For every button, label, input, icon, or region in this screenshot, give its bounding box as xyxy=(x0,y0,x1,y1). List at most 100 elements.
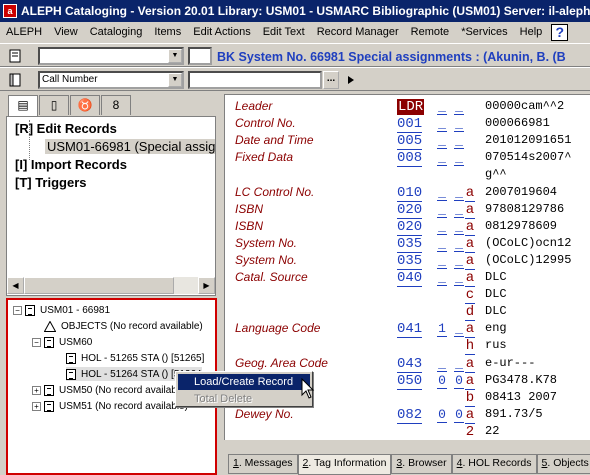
field-tag[interactable]: 041 xyxy=(397,321,423,339)
field-indicator-1[interactable]: _ xyxy=(437,133,447,150)
field-indicator-2[interactable]: _ xyxy=(454,270,464,286)
pane-splitter[interactable] xyxy=(219,93,223,475)
scroll-right-icon[interactable]: ▶ xyxy=(198,277,215,294)
search-text-field[interactable] xyxy=(188,47,212,65)
help-icon[interactable]: ? xyxy=(551,23,569,41)
field-value[interactable]: DLC xyxy=(485,287,507,301)
field-value[interactable]: 08413 2007 xyxy=(485,390,557,404)
field-indicator-1[interactable]: _ xyxy=(437,270,447,286)
field-subfield-code[interactable]: d xyxy=(465,304,475,322)
bottom-tab[interactable]: 4. HOL Records xyxy=(451,455,537,474)
field-indicator-2[interactable]: _ xyxy=(454,253,464,269)
bottom-tab[interactable]: 5. Objects xyxy=(536,455,590,474)
field-indicator-1[interactable]: _ xyxy=(437,236,447,252)
collapse-icon[interactable]: − xyxy=(13,305,22,315)
field-indicator-1[interactable]: _ xyxy=(437,99,447,115)
nav-root[interactable]: − USM01 - 66981 xyxy=(13,303,110,317)
field-value[interactable]: eng xyxy=(485,321,507,335)
tab-flask[interactable]: ♉ xyxy=(70,95,100,115)
field-value[interactable]: DLC xyxy=(485,304,507,318)
field-tag[interactable]: 008 xyxy=(397,150,423,168)
field-indicator-1[interactable]: _ xyxy=(437,150,447,167)
field-indicator-1[interactable]: _ xyxy=(437,202,447,218)
bottom-tab[interactable]: 3. Browser xyxy=(391,455,452,474)
field-value[interactable]: 201012091651 xyxy=(485,133,571,147)
field-value[interactable]: PG3478.K78 xyxy=(485,373,557,387)
field-value[interactable]: rus xyxy=(485,338,507,352)
menu-items[interactable]: Items xyxy=(148,26,187,38)
tab-binoculars[interactable]: 8 xyxy=(101,95,131,115)
field-indicator-1[interactable]: _ xyxy=(437,356,447,372)
menu-record-manager[interactable]: Record Manager xyxy=(311,26,405,38)
field-subfield-code[interactable]: a xyxy=(465,270,475,287)
scroll-left-icon[interactable]: ◀ xyxy=(7,277,24,294)
field-subfield-code[interactable]: a xyxy=(465,407,475,424)
field-value[interactable]: 00000cam^^2 xyxy=(485,99,564,113)
field-value[interactable]: 891.73/5 xyxy=(485,407,543,421)
field-subfield-code[interactable]: a xyxy=(465,185,475,202)
field-value[interactable]: (OCoLC)12995 xyxy=(485,253,571,267)
field-indicator-2[interactable]: _ xyxy=(454,321,464,338)
nav-usm60[interactable]: − USM60 xyxy=(32,335,92,349)
tree-edit-record-item[interactable]: USM01-66981 (Special assignm xyxy=(45,139,215,154)
field-indicator-2[interactable]: 0 xyxy=(454,407,464,423)
field-value[interactable]: DLC xyxy=(485,270,507,284)
tree-triggers[interactable]: [T] Triggers xyxy=(15,175,87,190)
load-create-record-menu-item[interactable]: Load/Create Record xyxy=(178,374,310,390)
field-indicator-2[interactable]: _ xyxy=(454,185,464,201)
field-indicator-1[interactable]: _ xyxy=(437,253,447,269)
field-value[interactable]: 000066981 xyxy=(485,116,550,130)
field-tag[interactable]: 005 xyxy=(397,133,423,151)
field-subfield-code[interactable]: a xyxy=(465,373,475,390)
field-indicator-2[interactable]: _ xyxy=(454,356,464,372)
field-subfield-code[interactable]: c xyxy=(465,287,475,305)
field-value[interactable]: 97808129786 xyxy=(485,202,564,216)
field-value[interactable]: (OCoLC)ocn12 xyxy=(485,236,571,250)
field-indicator-1[interactable]: _ xyxy=(437,185,447,201)
field-tag[interactable]: 050 xyxy=(397,373,423,390)
field-tag[interactable]: 010 xyxy=(397,185,423,202)
book-icon[interactable] xyxy=(6,71,24,89)
field-indicator-2[interactable]: _ xyxy=(454,202,464,218)
nav-usm51[interactable]: + USM51 (No record available) xyxy=(32,399,188,413)
field-subfield-code[interactable]: a xyxy=(465,219,475,236)
nav-objects[interactable]: OBJECTS (No record available) xyxy=(43,319,203,333)
tab-book[interactable]: ▯ xyxy=(39,95,69,115)
index-select[interactable]: Call Number ▼ xyxy=(38,71,184,89)
field-tag[interactable]: 035 xyxy=(397,236,423,253)
field-tag[interactable]: 020 xyxy=(397,202,423,219)
field-tag[interactable]: 040 xyxy=(397,270,423,287)
menu-cataloging[interactable]: Cataloging xyxy=(84,26,149,38)
field-indicator-2[interactable]: _ xyxy=(454,236,464,252)
bottom-tab[interactable]: 1. Messages xyxy=(228,455,298,474)
field-indicator-2[interactable]: _ xyxy=(454,219,464,235)
collapse-icon[interactable]: − xyxy=(32,337,41,347)
field-indicator-1[interactable]: 0 xyxy=(437,373,447,389)
field-value[interactable]: 0812978609 xyxy=(485,219,557,233)
aleph-app-icon[interactable]: a xyxy=(3,4,17,18)
field-tag[interactable]: 043 xyxy=(397,356,423,373)
tree-import-records[interactable]: [I] Import Records xyxy=(15,157,127,172)
field-indicator-2[interactable]: _ xyxy=(454,99,464,115)
menu-services[interactable]: *Services xyxy=(455,26,513,38)
field-value[interactable]: 22 xyxy=(485,424,499,438)
scroll-thumb[interactable] xyxy=(24,277,174,294)
field-indicator-2[interactable]: 0 xyxy=(454,373,464,389)
tree-edit-records[interactable]: [R] Edit Records xyxy=(15,121,117,136)
open-record-icon[interactable] xyxy=(6,47,24,65)
menu-edit-text[interactable]: Edit Text xyxy=(257,26,311,38)
menu-edit-actions[interactable]: Edit Actions xyxy=(187,26,256,38)
menu-help[interactable]: Help xyxy=(514,26,549,38)
field-subfield-code[interactable]: a xyxy=(465,321,475,339)
field-tag[interactable]: LDR xyxy=(397,99,425,115)
field-indicator-2[interactable]: _ xyxy=(454,150,464,167)
field-value[interactable]: g^^ xyxy=(485,167,507,181)
field-value[interactable]: 2007019604 xyxy=(485,185,557,199)
search-combo[interactable]: ▼ xyxy=(38,47,184,65)
nav-usm50[interactable]: + USM50 (No record available) xyxy=(32,383,188,397)
field-subfield-code[interactable]: a xyxy=(465,253,475,270)
field-subfield-code[interactable]: a xyxy=(465,236,475,253)
chevron-down-icon[interactable]: ▼ xyxy=(168,49,182,63)
field-indicator-1[interactable]: 0 xyxy=(437,407,447,423)
arrow-right-icon[interactable] xyxy=(342,71,360,89)
